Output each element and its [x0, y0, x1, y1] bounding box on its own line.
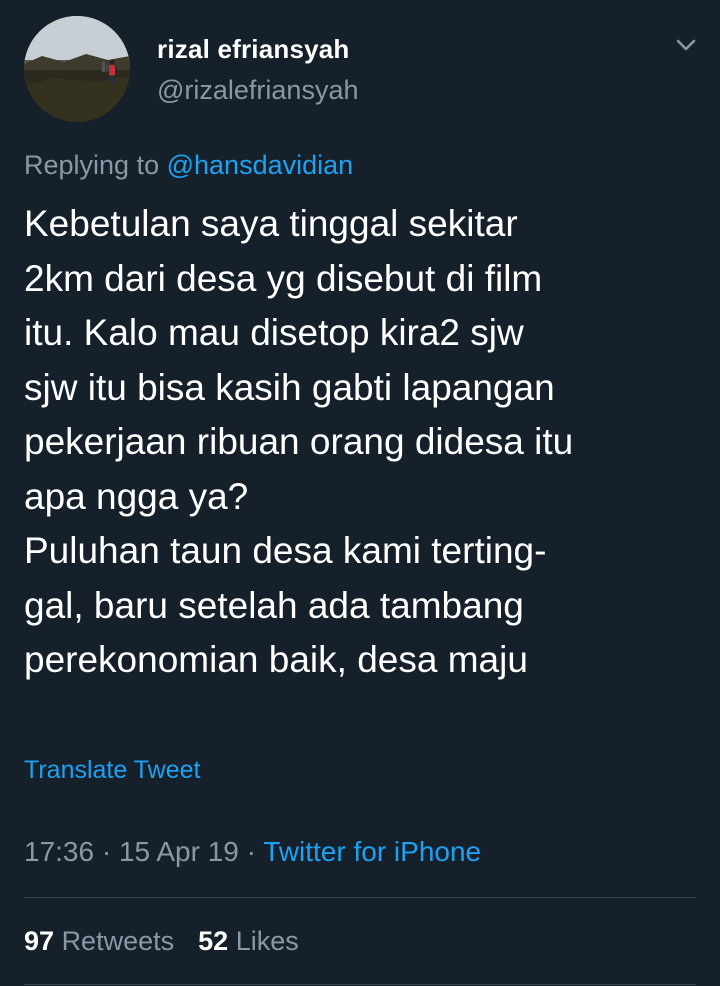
divider	[24, 984, 696, 985]
author-display-name[interactable]: rizal efriansyah	[157, 34, 350, 65]
tweet-metadata: 17:36 · 15 Apr 19 · Twitter for iPhone	[24, 836, 481, 868]
author-handle[interactable]: @rizalefriansyah	[157, 75, 359, 106]
avatar-photo	[24, 16, 130, 122]
tweet-text-line: gal, baru setelah ada tambang	[24, 584, 524, 626]
tweet-text-line: 2km dari desa yg disebut di film	[24, 257, 543, 299]
tweet-source-link[interactable]: Twitter for iPhone	[263, 836, 481, 867]
likes-count: 52	[198, 926, 229, 956]
tweet-text-line: Puluhan taun desa kami terting-	[24, 530, 547, 571]
retweets-label: Retweets	[61, 926, 175, 956]
avatar[interactable]	[24, 16, 130, 122]
retweets-stat[interactable]: 97 Retweets	[24, 926, 174, 956]
likes-stat[interactable]: 52 Likes	[198, 926, 299, 956]
tweet-detail: rizal efriansyah @rizalefriansyah Replyi…	[0, 0, 720, 986]
tweet-text-line: itu. Kalo mau disetop kira2 sjw	[24, 312, 524, 353]
tweet-text-line: Kebetulan saya tinggal sekitar	[24, 203, 518, 244]
replying-mention-link[interactable]: @hansdavidian	[167, 150, 354, 180]
tweet-text-line: sjw itu bisa kasih gabti lapangan	[24, 366, 555, 408]
replying-label: Replying to	[24, 150, 160, 180]
retweets-count: 97	[24, 926, 55, 956]
tweet-text-line: apa ngga ya?	[24, 475, 249, 517]
tweet-text-line: perekonomian baik, desa maju	[24, 639, 528, 680]
tweet-date[interactable]: 15 Apr 19	[119, 836, 239, 867]
tweet-text: Kebetulan saya tinggal sekitar 2km dari …	[24, 197, 704, 688]
tweet-text-line: pekerjaan ribuan orang didesa itu	[24, 421, 574, 462]
engagement-stats: 97 Retweets 52 Likes	[24, 926, 299, 957]
replying-to: Replying to @hansdavidian	[24, 150, 353, 181]
meta-separator: ·	[101, 836, 112, 867]
chevron-down-icon[interactable]	[672, 32, 700, 58]
meta-separator: ·	[246, 836, 256, 867]
likes-label: Likes	[235, 926, 299, 956]
translate-tweet-link[interactable]: Translate Tweet	[24, 756, 200, 785]
divider	[24, 897, 696, 898]
tweet-time[interactable]: 17:36	[24, 836, 94, 867]
